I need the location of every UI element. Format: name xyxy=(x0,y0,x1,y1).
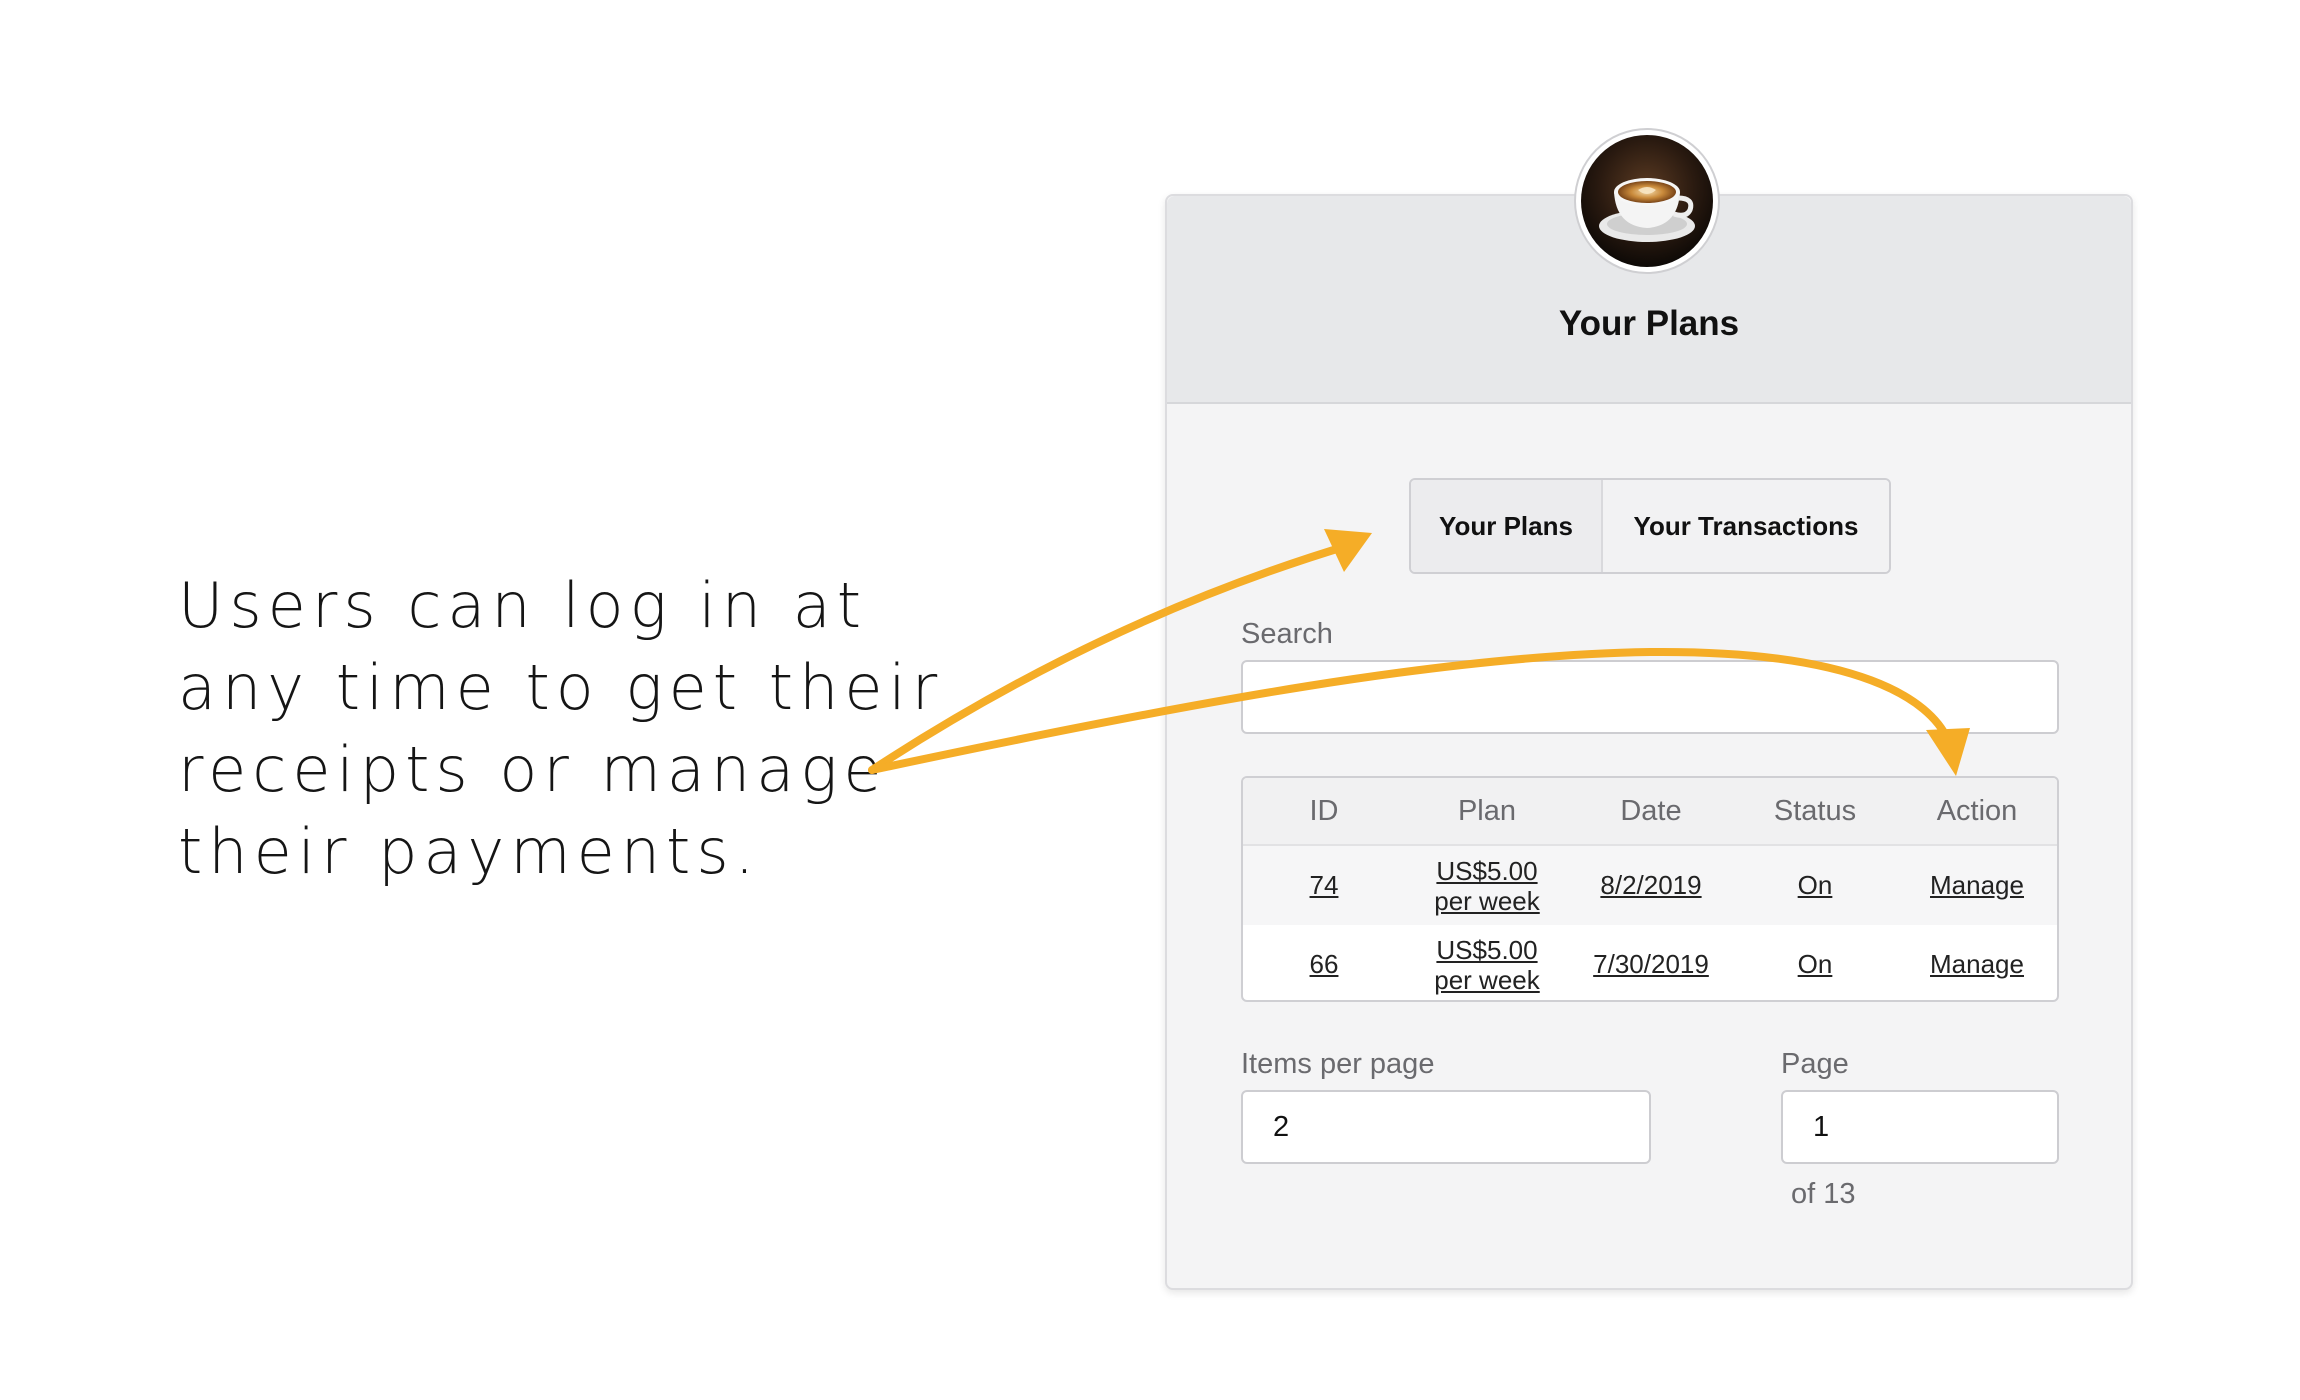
arrow-head-icon xyxy=(1926,728,1970,776)
arrow-to-tabs xyxy=(868,541,1354,774)
arrow-to-action xyxy=(868,647,1952,774)
annotation-arrows xyxy=(868,529,1970,776)
page: Users can log in at any time to get thei… xyxy=(0,0,2300,1400)
